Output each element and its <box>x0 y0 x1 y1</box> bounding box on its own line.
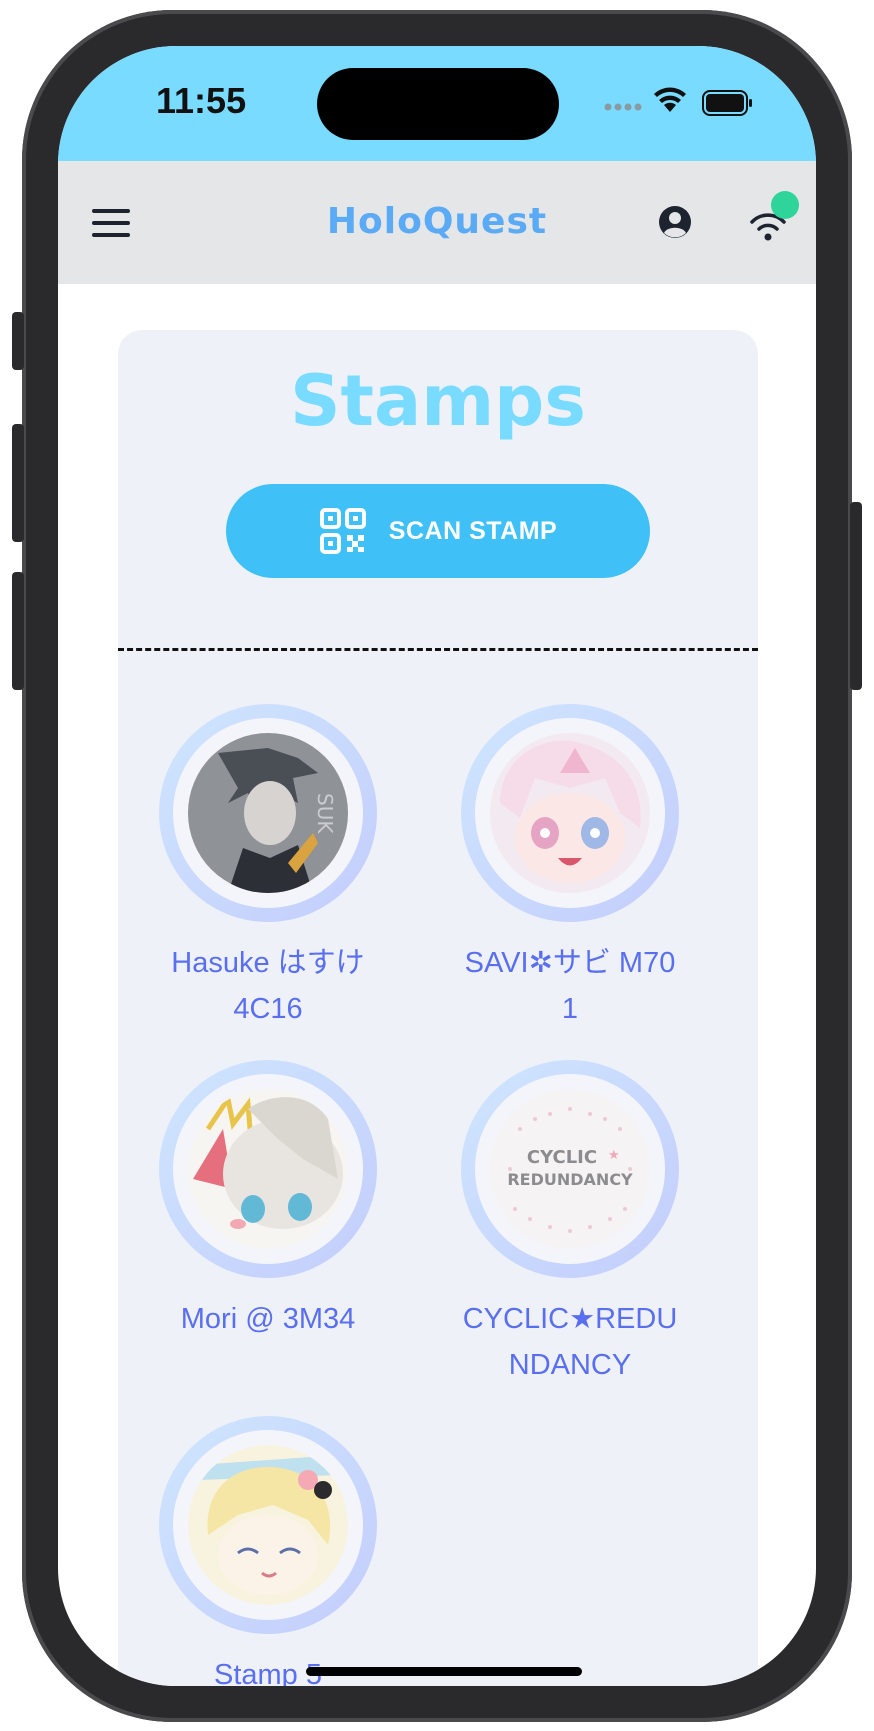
scan-stamp-label: SCAN STAMP <box>388 516 558 545</box>
status-time: 11:55 <box>156 80 247 121</box>
section-divider <box>118 648 758 651</box>
stamp-label: CYCLIC★REDUNDANCY <box>462 1303 678 1381</box>
stamp-item[interactable]: SUK Hasuke はすけ 4C16 <box>138 704 398 1032</box>
logo-line-2: REDUNDANCY <box>507 1170 633 1189</box>
connection-status-dot <box>771 191 799 219</box>
stamp-ring <box>461 704 679 922</box>
stamp-item[interactable]: CYCLIC ★ REDUNDANCY CYCLIC★REDUNDANCY <box>440 1060 700 1388</box>
wifi-status-icon <box>654 87 686 112</box>
volume-up-button <box>12 424 24 542</box>
stamp-item[interactable]: Mori @ 3M34 <box>138 1060 398 1342</box>
action-button <box>12 312 24 370</box>
stamp-ring: CYCLIC ★ REDUNDANCY <box>461 1060 679 1278</box>
scan-stamp-button[interactable]: SCAN STAMP <box>226 484 650 578</box>
stamp-avatar-image <box>490 733 650 893</box>
qr-code-icon <box>319 508 366 554</box>
dynamic-island <box>317 68 559 140</box>
app-header: HoloQuest <box>58 161 816 284</box>
cellular-signal-icon <box>604 103 642 111</box>
stamp-avatar-image <box>188 1445 348 1605</box>
status-bar: 11:55 <box>58 46 816 161</box>
stamp-label: Mori @ 3M34 <box>180 1303 356 1335</box>
phone-screen: 11:55 HoloQuest Stamps SCAN STAMP SUK Ha… <box>58 46 816 1686</box>
svg-text:SUK: SUK <box>313 793 337 834</box>
stamp-ring: SUK <box>159 704 377 922</box>
stamp-item[interactable]: SAVI✲サビ M701 <box>440 704 700 1032</box>
page-title: Stamps <box>290 360 586 442</box>
stamp-ring <box>159 1060 377 1278</box>
stamp-logo-image: CYCLIC ★ REDUNDANCY <box>490 1089 650 1249</box>
svg-text:★: ★ <box>608 1148 620 1163</box>
stamp-label: SAVI✲サビ M701 <box>464 947 676 1025</box>
stamp-avatar-image <box>188 1089 348 1249</box>
app-title: HoloQuest <box>326 201 548 242</box>
logo-line-1: CYCLIC <box>527 1147 597 1168</box>
battery-icon <box>702 90 752 116</box>
user-circle-icon[interactable] <box>658 205 692 239</box>
stamp-label: Hasuke はすけ 4C16 <box>171 947 365 1025</box>
stamp-item[interactable]: Stamp 5 <box>138 1416 398 1686</box>
stamps-card: Stamps SCAN STAMP SUK Hasuke はすけ 4C16 SA… <box>118 330 758 1686</box>
home-indicator[interactable] <box>306 1667 582 1676</box>
power-button <box>850 502 862 690</box>
stamp-avatar-image: SUK <box>188 733 348 893</box>
stamp-ring <box>159 1416 377 1634</box>
volume-down-button <box>12 572 24 690</box>
